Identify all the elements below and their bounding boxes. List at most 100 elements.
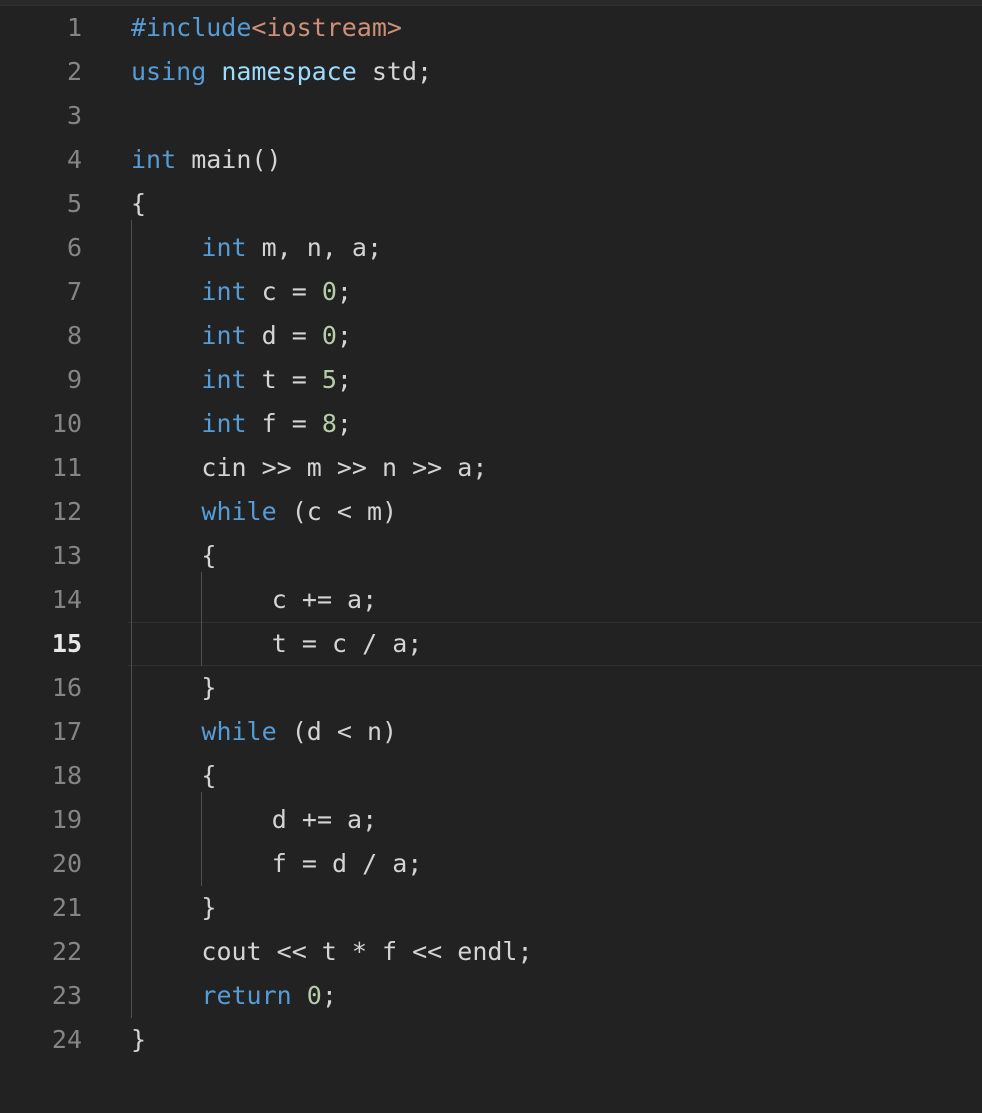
token-pln: cout << t * f << endl; <box>201 937 533 966</box>
token-kw: using <box>131 57 207 86</box>
line-number[interactable]: 11 <box>0 446 82 490</box>
code-line[interactable]: 18 { <box>0 754 982 798</box>
line-source[interactable]: t = c / a; <box>272 623 423 665</box>
code-line[interactable]: 13 { <box>0 534 982 578</box>
token-str: <iostream> <box>251 13 402 42</box>
line-number[interactable]: 9 <box>0 358 82 402</box>
token-pln: } <box>201 893 217 922</box>
token-kw: int <box>201 233 247 262</box>
line-source[interactable]: cout << t * f << endl; <box>201 930 532 974</box>
line-number[interactable]: 1 <box>0 6 82 50</box>
line-source[interactable]: int main() <box>131 138 282 182</box>
token-pln <box>206 57 221 86</box>
line-source[interactable]: while (d < n) <box>201 710 397 754</box>
code-line[interactable]: 16} <box>0 666 982 710</box>
token-pln: (d < n) <box>276 717 398 746</box>
line-source[interactable]: { <box>131 182 146 226</box>
code-line[interactable]: 17 while (d < n) <box>0 710 982 754</box>
line-source[interactable]: cin >> m >> n >> a; <box>201 446 487 490</box>
code-line[interactable]: 14 c += a; <box>0 578 982 622</box>
line-number[interactable]: 4 <box>0 138 82 182</box>
code-line[interactable]: 24} <box>0 1018 982 1062</box>
token-kw: return <box>201 981 292 1010</box>
code-line[interactable]: 8 int d = 0; <box>0 314 982 358</box>
token-num: 0 <box>321 277 337 306</box>
line-number[interactable]: 6 <box>0 226 82 270</box>
code-lines[interactable]: 1 #include<iostream> 2 using namespace std;… <box>0 6 982 1062</box>
line-source[interactable]: c += a; <box>272 578 377 622</box>
line-number[interactable]: 17 <box>0 710 82 754</box>
line-number[interactable]: 24 <box>0 1018 82 1062</box>
token-pln: ; <box>321 981 337 1010</box>
line-number[interactable]: 2 <box>0 50 82 94</box>
line-source[interactable]: return 0; <box>201 974 337 1018</box>
line-number[interactable]: 7 <box>0 270 82 314</box>
code-line[interactable]: 4 int main() <box>0 138 982 182</box>
token-pln: { <box>201 541 217 570</box>
line-number[interactable]: 8 <box>0 314 82 358</box>
token-pln: d = <box>246 321 322 350</box>
line-source[interactable]: d += a; <box>272 798 377 842</box>
code-editor[interactable]: 1 #include<iostream> 2 using namespace std;… <box>0 0 982 1113</box>
line-number[interactable]: 18 <box>0 754 82 798</box>
token-kw: int <box>201 277 247 306</box>
token-pln: std; <box>356 57 433 86</box>
line-number[interactable]: 21 <box>0 886 82 930</box>
line-source[interactable]: int m, n, a; <box>201 226 382 270</box>
line-source[interactable]: while (c < m) <box>201 490 397 534</box>
line-source[interactable]: { <box>201 754 216 798</box>
line-number[interactable]: 10 <box>0 402 82 446</box>
code-line[interactable]: 20 f = d / a; <box>0 842 982 886</box>
token-kw: int <box>201 365 247 394</box>
line-source[interactable]: int t = 5; <box>201 358 352 402</box>
line-number[interactable]: 3 <box>0 94 82 138</box>
line-number[interactable]: 23 <box>0 974 82 1018</box>
token-pln: t = c / a; <box>271 629 423 658</box>
token-pln: { <box>201 761 217 790</box>
line-number[interactable]: 15 <box>0 623 82 665</box>
code-line[interactable]: 5{ <box>0 182 982 226</box>
line-source[interactable]: using namespace std; <box>131 50 432 94</box>
token-pln: c = <box>246 277 322 306</box>
code-line[interactable]: 3 <box>0 94 982 138</box>
line-source[interactable]: } <box>201 666 216 710</box>
code-line[interactable]: 1 #include<iostream> <box>0 6 982 50</box>
token-pln: f = <box>246 409 322 438</box>
code-line[interactable]: 23 return 0; <box>0 974 982 1018</box>
line-number[interactable]: 13 <box>0 534 82 578</box>
token-kw: while <box>201 497 277 526</box>
line-source[interactable]: int f = 8; <box>201 402 352 446</box>
token-pln: } <box>131 1025 147 1054</box>
token-pln: f = d / a; <box>271 849 423 878</box>
token-pln: ; <box>336 321 352 350</box>
code-line[interactable]: 22 cout << t * f << endl; <box>0 930 982 974</box>
line-number[interactable]: 12 <box>0 490 82 534</box>
line-number[interactable]: 20 <box>0 842 82 886</box>
code-line[interactable]: 10 int f = 8; <box>0 402 982 446</box>
line-source[interactable]: int c = 0; <box>201 270 352 314</box>
code-content-area[interactable]: 1 #include<iostream> 2 using namespace std;… <box>0 6 982 1113</box>
code-line[interactable]: 15 t = c / a; <box>0 622 982 666</box>
line-source[interactable]: } <box>201 886 216 930</box>
code-line[interactable]: 19 d += a; <box>0 798 982 842</box>
code-line[interactable]: 9 int t = 5; <box>0 358 982 402</box>
code-line[interactable]: 2 using namespace std; <box>0 50 982 94</box>
code-line[interactable]: 7 int c = 0; <box>0 270 982 314</box>
code-line[interactable]: 21} <box>0 886 982 930</box>
line-source[interactable]: f = d / a; <box>272 842 423 886</box>
token-kw2: namespace <box>221 57 357 86</box>
code-line[interactable]: 11 cin >> m >> n >> a; <box>0 446 982 490</box>
line-source[interactable]: #include<iostream> <box>131 6 402 50</box>
line-number[interactable]: 19 <box>0 798 82 842</box>
line-source[interactable]: int d = 0; <box>201 314 352 358</box>
line-source[interactable]: { <box>201 534 216 578</box>
line-number[interactable]: 14 <box>0 578 82 622</box>
code-line[interactable]: 12 while (c < m) <box>0 490 982 534</box>
line-number[interactable]: 16 <box>0 666 82 710</box>
line-number[interactable]: 5 <box>0 182 82 226</box>
token-kw: int <box>131 145 177 174</box>
line-number[interactable]: 22 <box>0 930 82 974</box>
code-line[interactable]: 6 int m, n, a; <box>0 226 982 270</box>
line-source[interactable]: } <box>131 1018 146 1062</box>
token-pln: t = <box>246 365 322 394</box>
